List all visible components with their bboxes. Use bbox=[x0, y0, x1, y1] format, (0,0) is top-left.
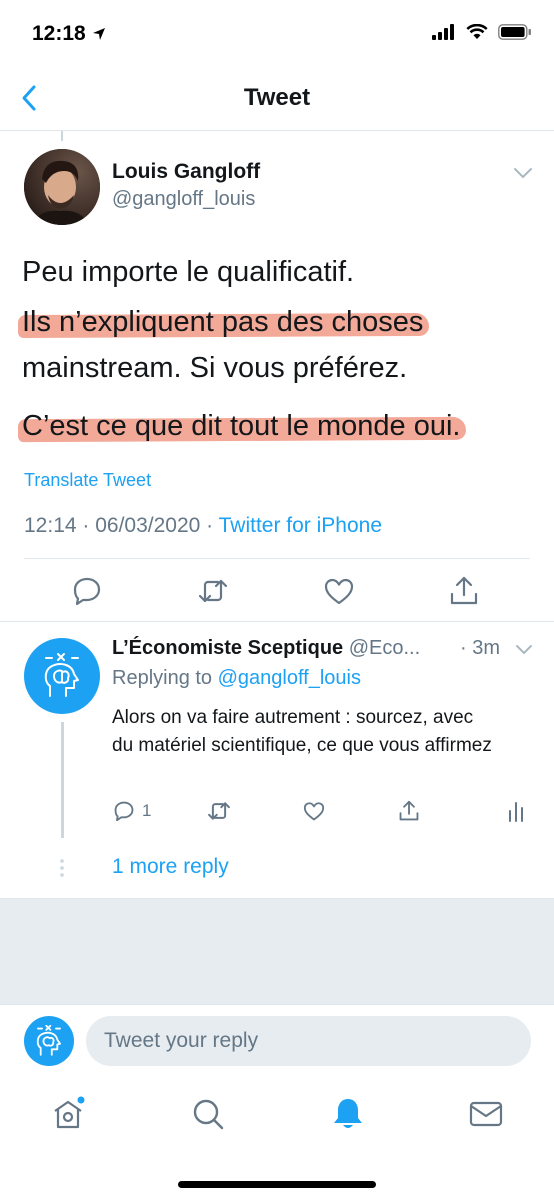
tweet-text-highlight: Ils n’expliquent pas des choses bbox=[22, 306, 424, 338]
page-title: Tweet bbox=[243, 84, 311, 111]
thread-dots bbox=[60, 859, 64, 877]
empty-background bbox=[0, 898, 554, 1004]
wifi-icon bbox=[466, 24, 488, 39]
own-avatar[interactable] bbox=[24, 1016, 74, 1066]
author-avatar[interactable] bbox=[24, 149, 100, 225]
messages-icon bbox=[469, 1101, 503, 1127]
retweet-icon bbox=[198, 579, 228, 603]
search-icon bbox=[193, 1099, 224, 1130]
tweet-text-highlight: C’est ce que dit tout le monde oui. bbox=[22, 410, 461, 442]
home-icon bbox=[54, 1096, 85, 1129]
reply-button[interactable] bbox=[70, 574, 104, 608]
reply-header: L’Économiste Sceptique @Eco... bbox=[112, 637, 420, 660]
replying-to: Replying to @gangloff_louis bbox=[112, 667, 361, 690]
reply-retweet-button[interactable] bbox=[206, 798, 232, 824]
battery-icon bbox=[498, 24, 531, 40]
author-handle[interactable]: @gangloff_louis bbox=[112, 188, 255, 211]
reply-analytics-button[interactable] bbox=[506, 798, 526, 824]
author-name[interactable]: Louis Gangloff bbox=[112, 160, 260, 184]
brain-logo-icon bbox=[36, 1024, 61, 1056]
tweet-text-line: Peu importe le qualificatif. bbox=[22, 256, 355, 288]
translate-tweet-link[interactable]: Translate Tweet bbox=[24, 470, 151, 491]
divider bbox=[0, 621, 554, 622]
status-time: 12:18 bbox=[32, 22, 106, 46]
reply-author-avatar[interactable] bbox=[24, 638, 100, 714]
chevron-down-icon bbox=[514, 168, 532, 179]
divider bbox=[24, 558, 530, 559]
reply-icon bbox=[114, 801, 134, 822]
reply-input[interactable]: Tweet your reply bbox=[86, 1016, 531, 1066]
tweet-text-line-highlighted: C’est ce que dit tout le monde oui. bbox=[22, 410, 460, 443]
nav-divider bbox=[0, 130, 554, 131]
chevron-down-icon bbox=[516, 645, 532, 655]
reply-share-button[interactable] bbox=[397, 798, 421, 824]
tab-messages[interactable] bbox=[468, 1096, 504, 1132]
reply-reply-button[interactable]: 1 bbox=[112, 798, 151, 824]
like-icon bbox=[324, 578, 354, 605]
notifications-icon bbox=[334, 1099, 362, 1128]
reply-time: · 3m bbox=[460, 637, 500, 659]
retweet-icon bbox=[208, 802, 230, 820]
reply-text: Alors on va faire autrement : sourcez, a… bbox=[112, 707, 492, 756]
reply-like-button[interactable] bbox=[302, 798, 326, 824]
like-button[interactable] bbox=[322, 574, 356, 608]
tweet-source-link[interactable]: Twitter for iPhone bbox=[219, 514, 382, 537]
reply-author-name[interactable]: L’Économiste Sceptique bbox=[112, 637, 343, 659]
replying-prefix: Replying to bbox=[112, 667, 218, 689]
share-icon bbox=[450, 576, 478, 605]
tab-notifications[interactable] bbox=[330, 1096, 366, 1132]
reply-menu-button[interactable] bbox=[514, 644, 534, 656]
timestamp-text: 12:14 · 06/03/2020 · bbox=[24, 514, 219, 537]
thread-line bbox=[61, 722, 64, 838]
brain-logo-icon bbox=[44, 653, 79, 697]
location-arrow-icon bbox=[92, 28, 105, 40]
share-icon bbox=[399, 800, 419, 821]
analytics-icon bbox=[509, 802, 523, 822]
author-photo bbox=[24, 149, 100, 225]
tab-search[interactable] bbox=[190, 1096, 226, 1132]
more-replies-link[interactable]: 1 more reply bbox=[112, 855, 229, 879]
tweet-text-line-highlighted: Ils n’expliquent pas des choses bbox=[22, 306, 423, 339]
reply-icon bbox=[73, 577, 101, 606]
tweet-timestamp: 12:14 · 06/03/2020 · Twitter for iPhone bbox=[24, 514, 382, 538]
tab-home[interactable] bbox=[50, 1096, 86, 1132]
tweet-text-line: mainstream. Si vous préférez. bbox=[22, 352, 408, 384]
status-indicators bbox=[432, 24, 532, 40]
thread-line-top bbox=[61, 131, 63, 141]
retweet-button[interactable] bbox=[196, 574, 230, 608]
like-icon bbox=[303, 802, 325, 821]
cellular-signal-icon bbox=[432, 24, 454, 40]
home-indicator bbox=[178, 1181, 376, 1188]
reply-count: 1 bbox=[142, 801, 152, 820]
status-time-text: 12:18 bbox=[32, 22, 86, 45]
reply-author-handle[interactable]: @Eco... bbox=[349, 637, 420, 659]
tweet-menu-button[interactable] bbox=[512, 166, 534, 180]
replying-to-mention[interactable]: @gangloff_louis bbox=[218, 667, 361, 689]
share-button[interactable] bbox=[447, 574, 481, 608]
